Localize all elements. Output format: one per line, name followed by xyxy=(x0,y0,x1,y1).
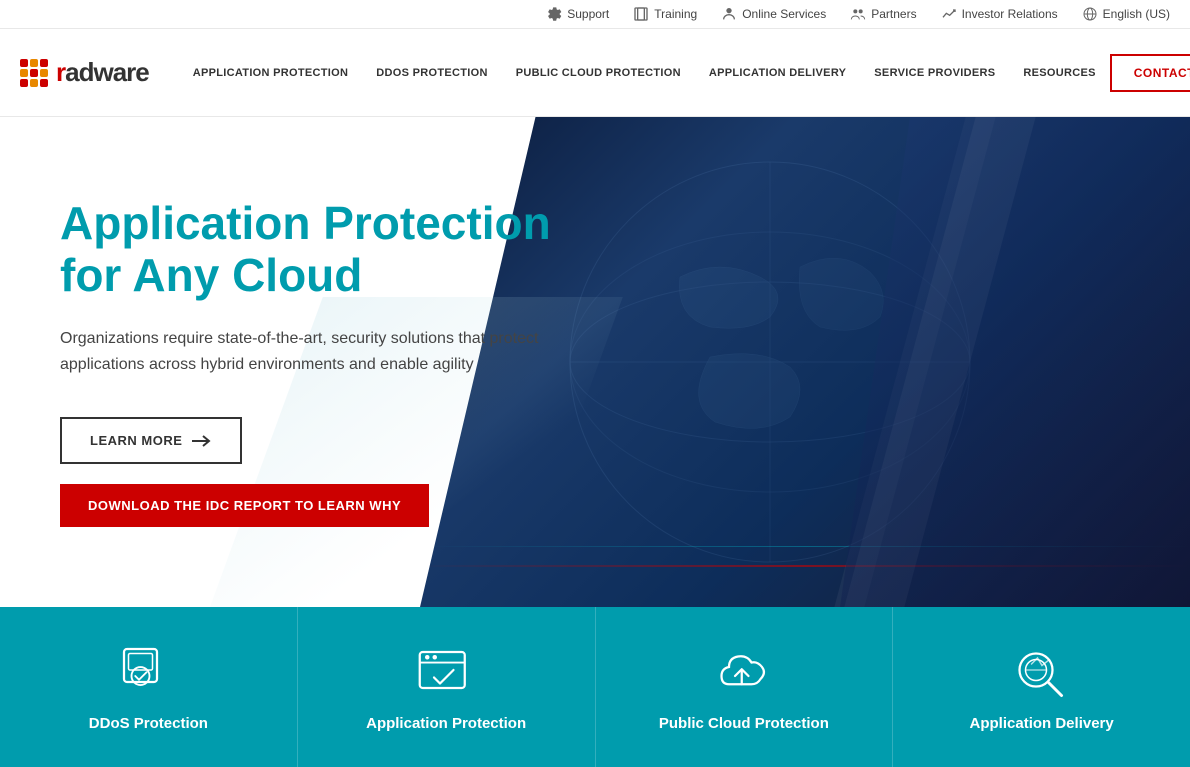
logo-text: radware xyxy=(56,57,149,88)
card-ddos-protection[interactable]: DDoS Protection xyxy=(0,607,298,767)
hero-title: Application Protection for Any Cloud xyxy=(60,197,620,303)
logo-grid xyxy=(20,59,48,87)
card-app-protection[interactable]: Application Protection xyxy=(298,607,596,767)
training-link[interactable]: Training xyxy=(633,6,697,22)
language-label: English (US) xyxy=(1103,7,1170,21)
nav-ddos-protection[interactable]: DDOS PROTECTION xyxy=(362,67,501,79)
hero-subtitle: Organizations require state-of-the-art, … xyxy=(60,326,600,377)
learn-more-button[interactable]: LEARN MORE xyxy=(60,417,242,464)
card-app-delivery[interactable]: Application Delivery xyxy=(893,607,1190,767)
book-icon xyxy=(633,6,649,22)
nav-links: APPLICATION PROTECTION DDOS PROTECTION P… xyxy=(179,67,1110,79)
language-link[interactable]: English (US) xyxy=(1082,6,1170,22)
support-label: Support xyxy=(567,7,609,21)
investor-relations-link[interactable]: Investor Relations xyxy=(941,6,1058,22)
hero-buttons: LEARN MORE DOWNLOAD THE IDC REPORT TO LE… xyxy=(60,417,620,527)
nav-service-providers[interactable]: SERVICE PROVIDERS xyxy=(860,67,1009,79)
browser-check-icon xyxy=(416,643,476,703)
nav-public-cloud[interactable]: PUBLIC CLOUD PROTECTION xyxy=(502,67,695,79)
gear-icon xyxy=(546,6,562,22)
nav-app-delivery[interactable]: APPLICATION DELIVERY xyxy=(695,67,860,79)
hero-content: Application Protection for Any Cloud Org… xyxy=(0,117,680,607)
people-icon xyxy=(850,6,866,22)
card-ddos-label: DDoS Protection xyxy=(89,715,208,732)
hero-section: Application Protection for Any Cloud Org… xyxy=(0,117,1190,607)
cloud-upload-icon xyxy=(714,643,774,703)
training-label: Training xyxy=(654,7,697,21)
nav-application-protection[interactable]: APPLICATION PROTECTION xyxy=(179,67,363,79)
cards-section: DDoS Protection Application Protection P… xyxy=(0,607,1190,767)
nav-actions: CONTACT xyxy=(1110,54,1190,92)
shield-check-icon xyxy=(118,643,178,703)
card-cloud-protection[interactable]: Public Cloud Protection xyxy=(596,607,894,767)
partners-label: Partners xyxy=(871,7,916,21)
logo[interactable]: radware xyxy=(20,57,149,88)
card-delivery-label: Application Delivery xyxy=(970,715,1114,732)
nav-resources[interactable]: RESOURCES xyxy=(1009,67,1109,79)
card-cloud-label: Public Cloud Protection xyxy=(659,715,829,732)
main-navigation: radware APPLICATION PROTECTION DDOS PROT… xyxy=(0,29,1190,117)
support-link[interactable]: Support xyxy=(546,6,609,22)
person-icon xyxy=(721,6,737,22)
investor-relations-label: Investor Relations xyxy=(962,7,1058,21)
partners-link[interactable]: Partners xyxy=(850,6,916,22)
globe-icon xyxy=(1082,6,1098,22)
top-utility-bar: Support Training Online Services Partner… xyxy=(0,0,1190,29)
online-services-label: Online Services xyxy=(742,7,826,21)
search-analytics-icon xyxy=(1012,643,1072,703)
card-app-protection-label: Application Protection xyxy=(366,715,526,732)
download-report-button[interactable]: DOWNLOAD THE IDC REPORT TO LEARN WHY xyxy=(60,484,429,527)
arrow-right-icon xyxy=(192,435,212,447)
contact-button[interactable]: CONTACT xyxy=(1110,54,1190,92)
chart-icon xyxy=(941,6,957,22)
online-services-link[interactable]: Online Services xyxy=(721,6,826,22)
